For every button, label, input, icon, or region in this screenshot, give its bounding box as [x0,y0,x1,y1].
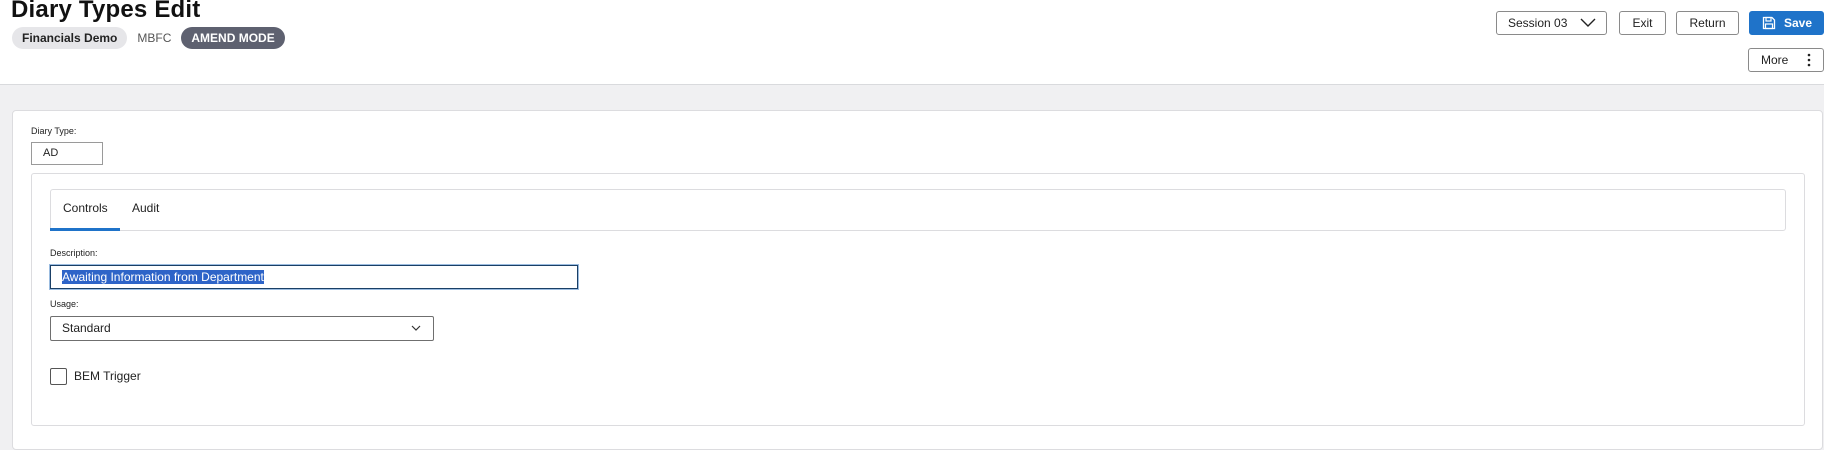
mode-badge: AMEND MODE [181,27,285,49]
header-chips: Financials Demo MBFC AMEND MODE [12,27,285,49]
session-label: Session 03 [1508,16,1568,30]
return-button[interactable]: Return [1676,11,1739,35]
floppy-disk-icon [1762,16,1776,30]
tab-bar [50,189,1786,231]
exit-label: Exit [1632,16,1653,30]
description-input[interactable]: Awaiting Information from Department [50,265,578,289]
diary-type-field: AD [31,142,103,165]
usage-label: Usage: [50,299,79,309]
usage-value: Standard [62,321,111,335]
save-button[interactable]: Save [1749,11,1824,35]
bem-trigger-checkbox[interactable] [50,368,67,385]
database-badge: Financials Demo [12,27,128,49]
company-code: MBFC [137,31,172,45]
bem-trigger-label: BEM Trigger [74,369,141,383]
chevron-down-icon [411,325,421,331]
kebab-menu-icon [1807,53,1811,67]
session-dropdown[interactable]: Session 03 [1496,11,1607,35]
tab-controls[interactable]: Controls [63,201,108,215]
description-label: Description: [50,248,98,258]
tab-audit[interactable]: Audit [132,201,159,215]
diary-type-label: Diary Type: [31,126,77,136]
description-value: Awaiting Information from Department [62,270,264,284]
more-button[interactable]: More [1748,48,1824,72]
exit-button[interactable]: Exit [1619,11,1666,35]
return-label: Return [1689,16,1726,30]
page-title: Diary Types Edit [11,0,201,23]
usage-select[interactable]: Standard [50,316,434,341]
page-header: Diary Types Edit Financials Demo MBFC AM… [0,0,1824,85]
more-label: More [1761,53,1789,67]
save-label: Save [1784,16,1813,30]
chevron-down-icon [1580,18,1596,27]
active-tab-indicator [50,228,120,231]
